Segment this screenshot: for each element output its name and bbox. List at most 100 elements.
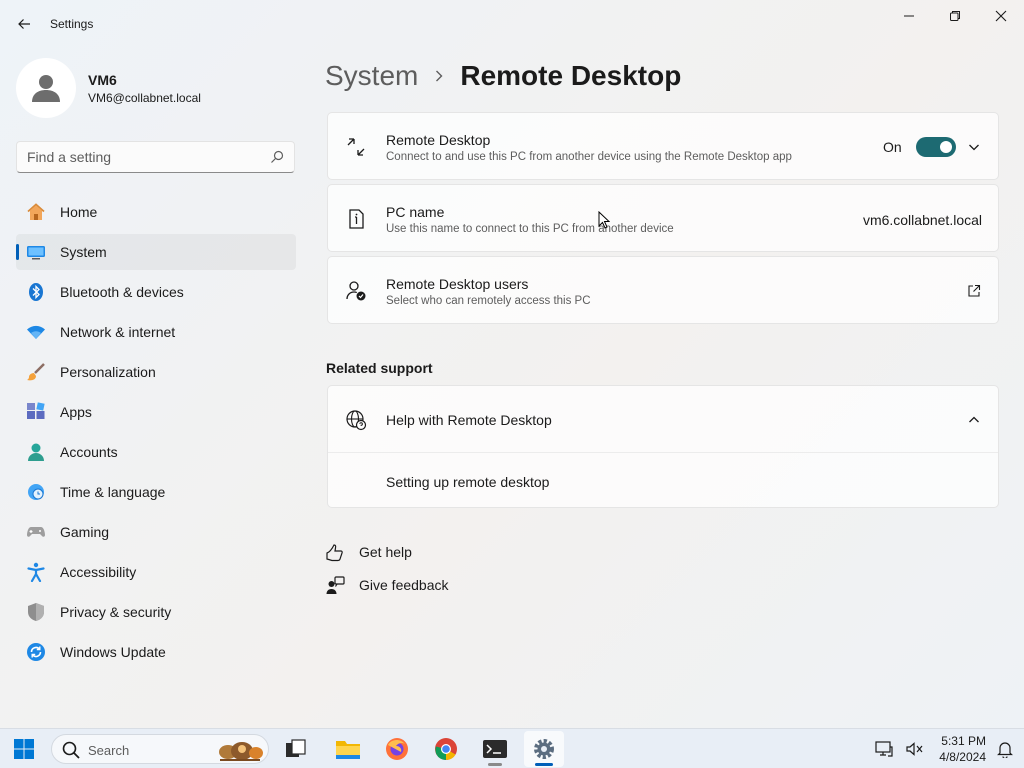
wifi-icon [26,322,46,342]
sidebar-item-label: Gaming [60,524,110,540]
chevron-right-icon [434,69,444,83]
firefox-button[interactable] [377,731,417,767]
card-title: PC name [386,204,445,220]
gamepad-icon [26,522,46,542]
windows-logo-icon [14,739,34,759]
restore-icon [950,11,960,21]
remote-desktop-toggle[interactable] [916,137,956,157]
expand-button[interactable] [964,137,984,157]
sidebar-item-privacy-security[interactable]: Privacy & security [16,594,296,630]
user-avatar-icon [32,75,60,102]
back-arrow-icon [18,19,30,29]
users-check-icon [344,279,368,303]
minimize-button[interactable] [886,0,932,32]
accessibility-icon [26,562,46,582]
home-icon [26,202,46,222]
network-icon [875,741,893,757]
system-icon [26,242,46,262]
bell-icon [997,742,1013,758]
task-view-icon [286,739,306,757]
sidebar-nav: Home System Bluetooth & devices Network … [16,194,296,674]
card-subtitle: Select who can remotely access this PC [386,295,591,307]
card-subtitle: Use this name to connect to this PC from… [386,223,674,235]
open-external-icon [964,281,984,301]
start-button[interactable] [4,731,44,767]
sidebar-item-accounts[interactable]: Accounts [16,434,296,470]
sidebar-item-personalization[interactable]: Personalization [16,354,296,390]
shield-icon [26,602,46,622]
notifications-button[interactable] [990,731,1020,767]
pc-name-card: PC name Use this name to connect to this… [327,184,999,252]
sidebar-item-label: Network & internet [60,324,176,340]
sidebar-item-apps[interactable]: Apps [16,394,296,430]
settings-taskbar-button[interactable] [524,731,564,767]
chrome-button[interactable] [426,731,466,767]
breadcrumb: System Remote Desktop [325,58,681,94]
sidebar-item-system[interactable]: System [16,234,296,270]
search-icon [62,741,80,759]
page-title: Remote Desktop [460,60,682,91]
search-highlight-icon [219,742,263,761]
sidebar-item-label: Windows Update [60,644,166,660]
update-icon [26,642,46,662]
clock-date: 4/8/2024 [939,750,986,764]
collapse-button[interactable] [964,410,984,430]
firefox-icon [386,738,408,760]
sidebar-item-windows-update[interactable]: Windows Update [16,634,296,670]
sidebar-item-home[interactable]: Home [16,194,296,230]
sidebar-item-gaming[interactable]: Gaming [16,514,296,550]
back-button[interactable] [8,10,40,38]
sidebar-item-time-language[interactable]: Time & language [16,474,296,510]
related-support-heading: Related support [326,360,433,376]
volume-tray-button[interactable] [897,731,931,767]
pc-name-value: vm6.collabnet.local [862,212,982,228]
feedback-icon [326,575,345,594]
give-feedback-link[interactable]: Give feedback [326,575,449,595]
accounts-icon [26,442,46,462]
sidebar-item-label: Accessibility [60,564,137,580]
sidebar-item-accessibility[interactable]: Accessibility [16,554,296,590]
help-title: Help with Remote Desktop [386,412,552,428]
chevron-up-icon [969,416,979,423]
sidebar-item-network[interactable]: Network & internet [16,314,296,350]
sidebar-item-label: Apps [60,404,92,420]
breadcrumb-system[interactable]: System [325,60,418,92]
sidebar-item-label: System [60,244,107,260]
search-icon [271,150,284,163]
profile-name: VM6 [88,72,117,88]
sidebar-item-label: Personalization [60,364,156,380]
brush-icon [26,362,46,382]
taskbar-search[interactable]: Search [51,734,269,764]
file-explorer-button[interactable] [328,731,368,767]
search-input[interactable] [27,142,267,172]
card-title: Remote Desktop users [386,276,529,292]
remote-desktop-users-card[interactable]: Remote Desktop users Select who can remo… [327,256,999,324]
minimize-icon [904,15,914,17]
pc-info-icon [344,207,368,231]
volume-muted-icon [906,742,923,756]
card-subtitle: Connect to and use this PC from another … [386,151,792,163]
clock-globe-icon [26,482,46,502]
sidebar-item-bluetooth[interactable]: Bluetooth & devices [16,274,296,310]
task-view-button[interactable] [276,731,316,767]
settings-search-box [16,141,295,173]
folder-icon [336,741,360,759]
get-help-label: Get help [359,544,412,560]
sidebar-item-label: Time & language [60,484,166,500]
user-profile[interactable]: VM6 VM6@collabnet.local [16,58,296,118]
close-button[interactable] [978,0,1024,32]
taskbar-clock[interactable]: 5:31 PM 4/8/2024 [930,733,986,765]
help-expander-header[interactable]: Help with Remote Desktop [328,386,998,453]
help-remote-desktop-card: Help with Remote Desktop Setting up remo… [327,385,999,508]
apps-icon [26,402,46,422]
sidebar-item-label: Home [60,204,98,220]
card-title: Remote Desktop [386,132,491,148]
profile-email: VM6@collabnet.local [88,91,201,105]
terminal-button[interactable] [475,731,515,767]
maximize-button[interactable] [932,0,978,32]
toggle-state-label: On [883,139,902,155]
get-help-link[interactable]: Get help [326,542,412,562]
terminal-icon [483,740,507,758]
setting-up-remote-desktop-link[interactable]: Setting up remote desktop [386,474,549,490]
clock-time: 5:31 PM [941,734,986,748]
